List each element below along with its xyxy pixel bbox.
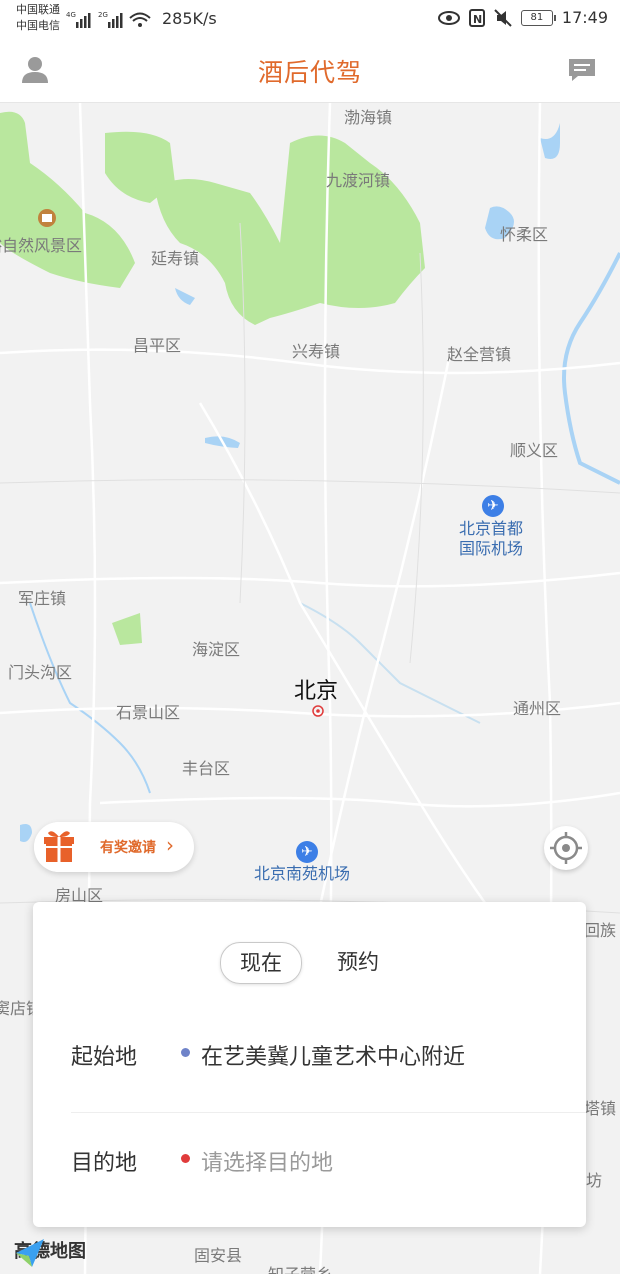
divider: [71, 1112, 586, 1113]
origin-label: 起始地: [71, 1045, 138, 1070]
place-label: 昌平区: [133, 336, 182, 355]
place-label: 军庄镇: [18, 589, 67, 608]
destination-dot: [181, 1154, 190, 1163]
crosshair-icon: [550, 832, 582, 864]
place-label: 坊: [586, 1171, 603, 1190]
eye-icon: [437, 10, 460, 25]
carrier-1: 中国联通: [16, 3, 60, 16]
origin-dot: [181, 1048, 190, 1057]
water-area: [175, 288, 195, 305]
place-label: 延寿镇: [151, 249, 200, 268]
svg-text:4G: 4G: [66, 11, 76, 19]
page-title: 酒后代驾: [257, 58, 362, 87]
booking-panel: 现在 预约 起始地 在艺美冀儿童艺术中心附近 目的地 请选择目的地: [33, 902, 586, 1227]
battery-indicator: 81: [520, 9, 556, 26]
place-label: 固安县: [194, 1246, 243, 1265]
clock: 17:49: [561, 8, 608, 27]
chat-icon[interactable]: [567, 55, 597, 85]
locate-button[interactable]: [544, 826, 588, 870]
minor-roads: [0, 222, 620, 914]
place-label: 峪自然风景区: [0, 236, 83, 255]
nfc-icon: N: [468, 8, 485, 27]
signal-icon: 4G 2G: [66, 11, 151, 28]
net-speed: 285K/s: [162, 9, 217, 28]
invite-button[interactable]: 有奖邀请 ›: [34, 822, 194, 872]
carrier-2: 中国电信: [16, 19, 60, 32]
app-header: 酒后代驾: [0, 38, 620, 103]
park-area: [112, 613, 142, 645]
place-label: 回族: [584, 921, 617, 940]
place-label: 通州区: [513, 699, 562, 718]
water-area: [20, 824, 32, 842]
chevron-right-icon: ›: [166, 833, 174, 857]
place-label: 九渡河镇: [326, 171, 391, 190]
invite-label: 有奖邀请: [100, 840, 156, 856]
place-label: 知子营乡: [268, 1261, 332, 1274]
gift-icon: [34, 822, 84, 872]
tab-reserve[interactable]: 预约: [328, 942, 388, 982]
place-label: 塔镇: [584, 1099, 617, 1118]
place-label: 怀柔区: [500, 225, 549, 244]
place-label: 海淀区: [192, 640, 241, 659]
airport-label: 北京南苑机场: [254, 864, 351, 883]
amap-logo: 高德地图: [14, 1237, 86, 1267]
status-bar: 中国联通 中国电信 4G 2G 285K/s N 81 17:49: [0, 0, 620, 38]
destination-field[interactable]: 请选择目的地: [201, 1145, 333, 1177]
airplane-icon: ✈: [296, 841, 318, 863]
svg-text:2G: 2G: [98, 11, 108, 19]
water-area: [540, 123, 560, 159]
svg-text:N: N: [473, 13, 482, 26]
place-label: 渤海镇: [344, 108, 393, 127]
airplane-icon: ✈: [482, 495, 504, 517]
tab-now[interactable]: 现在: [220, 942, 302, 984]
park-area: [155, 135, 425, 325]
mute-icon: [494, 8, 512, 27]
amap-logo-icon: [16, 1239, 44, 1267]
destination-label: 目的地: [71, 1151, 138, 1176]
place-label: 门头沟区: [8, 663, 73, 682]
place-label: 兴寿镇: [292, 342, 341, 361]
place-label: 丰台区: [182, 759, 231, 778]
city-label: 北京: [294, 679, 339, 704]
place-label: 顺义区: [510, 441, 559, 460]
origin-field[interactable]: 在艺美冀儿童艺术中心附近: [201, 1039, 465, 1071]
place-label: 赵全营镇: [447, 345, 512, 364]
place-label: 石景山区: [116, 703, 181, 722]
airport-label: 北京首都 国际机场: [459, 519, 524, 558]
